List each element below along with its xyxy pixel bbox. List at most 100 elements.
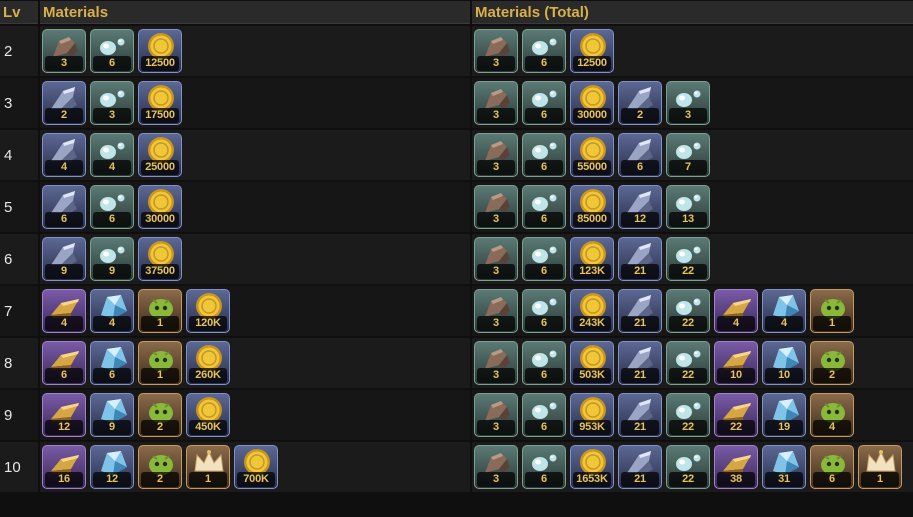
material-quantity: 4 — [93, 160, 131, 175]
material-slot[interactable]: 2 — [138, 445, 182, 489]
material-slot[interactable]: 10 — [762, 341, 806, 385]
material-slot[interactable]: 37500 — [138, 237, 182, 281]
material-slot[interactable]: 31 — [762, 445, 806, 489]
material-slot[interactable]: 6 — [90, 341, 134, 385]
material-slot[interactable]: 12 — [618, 185, 662, 229]
material-slot[interactable]: 1653K — [570, 445, 614, 489]
material-list: 3 6 85000 12 13 — [474, 185, 911, 229]
material-slot[interactable]: 6 — [522, 133, 566, 177]
material-list: 4 4 25000 — [42, 133, 468, 177]
level-cell: 7 — [0, 286, 38, 336]
material-slot[interactable]: 120K — [186, 289, 230, 333]
material-quantity: 1 — [141, 316, 179, 331]
material-slot[interactable]: 953K — [570, 393, 614, 437]
material-slot[interactable]: 1 — [138, 289, 182, 333]
material-quantity: 6 — [45, 212, 83, 227]
material-slot[interactable]: 450K — [186, 393, 230, 437]
material-slot[interactable]: 22 — [666, 289, 710, 333]
material-slot[interactable]: 3 — [474, 237, 518, 281]
material-slot[interactable]: 3 — [474, 393, 518, 437]
material-quantity: 953K — [573, 420, 611, 435]
material-slot[interactable]: 21 — [618, 445, 662, 489]
material-slot[interactable]: 4 — [810, 393, 854, 437]
material-slot[interactable]: 13 — [666, 185, 710, 229]
material-slot[interactable]: 4 — [714, 289, 758, 333]
material-slot[interactable]: 3 — [666, 81, 710, 125]
material-slot[interactable]: 6 — [810, 445, 854, 489]
material-slot[interactable]: 6 — [522, 393, 566, 437]
material-slot[interactable]: 30000 — [138, 185, 182, 229]
material-slot[interactable]: 22 — [714, 393, 758, 437]
material-slot[interactable]: 4 — [42, 133, 86, 177]
material-slot[interactable]: 21 — [618, 237, 662, 281]
material-slot[interactable]: 3 — [474, 289, 518, 333]
material-slot[interactable]: 6 — [522, 29, 566, 73]
material-slot[interactable]: 7 — [666, 133, 710, 177]
material-slot[interactable]: 6 — [42, 341, 86, 385]
material-slot[interactable]: 3 — [474, 341, 518, 385]
material-slot[interactable]: 55000 — [570, 133, 614, 177]
material-slot[interactable]: 10 — [714, 341, 758, 385]
material-slot[interactable]: 21 — [618, 393, 662, 437]
material-slot[interactable]: 503K — [570, 341, 614, 385]
material-slot[interactable]: 1 — [810, 289, 854, 333]
material-slot[interactable]: 123K — [570, 237, 614, 281]
material-slot[interactable]: 6 — [618, 133, 662, 177]
material-slot[interactable]: 12 — [90, 445, 134, 489]
table-row: 4 4 4 25000 3 6 55000 6 7 — [0, 130, 913, 180]
material-slot[interactable]: 6 — [522, 237, 566, 281]
material-slot[interactable]: 25000 — [138, 133, 182, 177]
material-slot[interactable]: 3 — [42, 29, 86, 73]
material-slot[interactable]: 243K — [570, 289, 614, 333]
material-slot[interactable]: 2 — [618, 81, 662, 125]
material-slot[interactable]: 3 — [474, 133, 518, 177]
material-slot[interactable]: 4 — [90, 133, 134, 177]
material-slot[interactable]: 22 — [666, 237, 710, 281]
material-slot[interactable]: 22 — [666, 393, 710, 437]
material-slot[interactable]: 9 — [90, 237, 134, 281]
level-cell: 6 — [0, 234, 38, 284]
material-slot[interactable]: 3 — [474, 185, 518, 229]
material-slot[interactable]: 38 — [714, 445, 758, 489]
material-quantity: 6 — [813, 472, 851, 487]
material-slot[interactable]: 19 — [762, 393, 806, 437]
material-slot[interactable]: 2 — [810, 341, 854, 385]
material-quantity: 4 — [45, 160, 83, 175]
material-slot[interactable]: 17500 — [138, 81, 182, 125]
material-slot[interactable]: 2 — [138, 393, 182, 437]
material-slot[interactable]: 4 — [90, 289, 134, 333]
material-slot[interactable]: 21 — [618, 289, 662, 333]
material-slot[interactable]: 6 — [522, 185, 566, 229]
material-slot[interactable]: 6 — [522, 445, 566, 489]
material-slot[interactable]: 4 — [762, 289, 806, 333]
material-slot[interactable]: 6 — [522, 341, 566, 385]
material-slot[interactable]: 2 — [42, 81, 86, 125]
material-slot[interactable]: 9 — [90, 393, 134, 437]
material-slot[interactable]: 6 — [42, 185, 86, 229]
material-slot[interactable]: 3 — [474, 445, 518, 489]
material-slot[interactable]: 6 — [90, 29, 134, 73]
material-slot[interactable]: 3 — [90, 81, 134, 125]
table-row: 3 2 3 17500 3 6 30000 2 3 — [0, 78, 913, 128]
material-slot[interactable]: 4 — [42, 289, 86, 333]
material-slot[interactable]: 12500 — [570, 29, 614, 73]
material-slot[interactable]: 6 — [90, 185, 134, 229]
material-slot[interactable]: 6 — [522, 81, 566, 125]
material-slot[interactable]: 3 — [474, 29, 518, 73]
material-slot[interactable]: 85000 — [570, 185, 614, 229]
material-slot[interactable]: 1 — [858, 445, 902, 489]
material-slot[interactable]: 22 — [666, 341, 710, 385]
material-slot[interactable]: 260K — [186, 341, 230, 385]
material-slot[interactable]: 3 — [474, 81, 518, 125]
material-slot[interactable]: 1 — [138, 341, 182, 385]
material-slot[interactable]: 6 — [522, 289, 566, 333]
material-slot[interactable]: 22 — [666, 445, 710, 489]
material-slot[interactable]: 30000 — [570, 81, 614, 125]
material-slot[interactable]: 12 — [42, 393, 86, 437]
material-slot[interactable]: 9 — [42, 237, 86, 281]
material-slot[interactable]: 1 — [186, 445, 230, 489]
material-slot[interactable]: 700K — [234, 445, 278, 489]
material-slot[interactable]: 12500 — [138, 29, 182, 73]
material-slot[interactable]: 21 — [618, 341, 662, 385]
material-slot[interactable]: 16 — [42, 445, 86, 489]
